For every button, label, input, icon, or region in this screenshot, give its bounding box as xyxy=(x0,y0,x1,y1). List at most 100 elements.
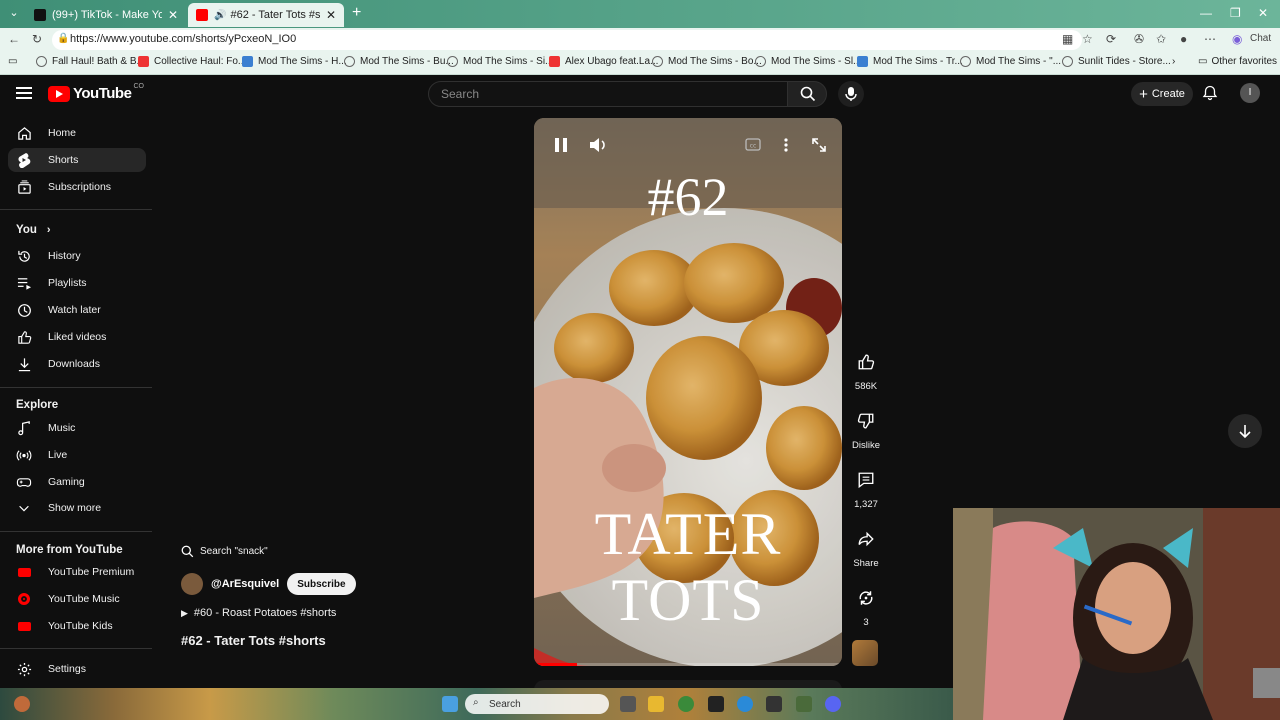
file-explorer-icon[interactable] xyxy=(648,696,664,712)
minimize-icon[interactable]: — xyxy=(1200,6,1212,20)
sidebar-item-home[interactable]: Home xyxy=(8,121,146,145)
sidebar-item-liked-videos[interactable]: Liked videos xyxy=(8,325,146,349)
app-icon[interactable] xyxy=(766,696,782,712)
weather-icon[interactable] xyxy=(14,696,30,712)
sidebar-item-playlists[interactable]: Playlists xyxy=(8,271,146,295)
bookmark-item[interactable]: Mod The Sims - Sl... xyxy=(755,56,861,67)
channel-avatar[interactable] xyxy=(181,573,203,595)
bookmarks-overflow-icon[interactable]: › xyxy=(1172,56,1175,67)
dislike-button[interactable]: Dislike xyxy=(848,407,884,451)
tab-actions-icon[interactable]: ⌄ xyxy=(6,6,22,22)
create-label: Create xyxy=(1151,88,1185,100)
sidebar-item-live[interactable]: Live xyxy=(8,443,146,467)
taskbar-search[interactable]: ⌕ Search xyxy=(465,694,609,714)
voice-search-button[interactable] xyxy=(838,81,864,107)
sidebar-item-shorts[interactable]: Shorts xyxy=(8,148,146,172)
task-view-icon[interactable] xyxy=(620,696,636,712)
bookmark-item[interactable]: Collective Haul: Fo... xyxy=(138,56,246,67)
comments-button[interactable]: 1,327 xyxy=(848,466,884,510)
url-field[interactable]: 🔒 https://www.youtube.com/shorts/yPcxeoN… xyxy=(52,30,1082,50)
bookmark-item[interactable]: Mod The Sims - Bo... xyxy=(652,56,762,67)
search-suggestion-chip[interactable]: Search "snack" xyxy=(181,540,268,562)
more-options-button[interactable] xyxy=(778,132,794,158)
volume-button[interactable] xyxy=(585,132,611,158)
bookmark-item[interactable]: Sunlit Tides - Store... xyxy=(1062,56,1171,67)
notifications-bell-icon[interactable] xyxy=(1202,85,1218,101)
search-button[interactable] xyxy=(787,81,827,107)
favorites-icon[interactable]: ✩ xyxy=(1156,32,1166,46)
captions-button[interactable]: cc xyxy=(740,135,768,155)
sound-thumbnail[interactable] xyxy=(852,640,878,666)
copilot-icon[interactable]: ◉ xyxy=(1232,32,1242,46)
speaker-icon[interactable]: 🔊 xyxy=(214,10,226,21)
share-button[interactable]: Share xyxy=(848,525,884,569)
sidebar-item-youtube-premium[interactable]: YouTube Premium xyxy=(8,560,146,584)
account-avatar[interactable]: I xyxy=(1240,83,1260,103)
sidebar-item-downloads[interactable]: Downloads xyxy=(8,352,146,376)
profile-icon[interactable]: ● xyxy=(1180,32,1187,46)
chat-label[interactable]: Chat xyxy=(1250,33,1271,44)
bookmark-item[interactable]: Mod The Sims - H... xyxy=(242,56,347,67)
bookmark-item[interactable]: Mod The Sims - Si... xyxy=(447,56,553,67)
chevron-right-icon: › xyxy=(46,224,51,236)
bookmark-item[interactable]: Mod The Sims - Tr... xyxy=(857,56,963,67)
sidebar-item-subscriptions[interactable]: Subscriptions xyxy=(8,175,146,199)
reload-icon[interactable]: ↻ xyxy=(32,32,42,46)
favorite-star-icon[interactable]: ☆ xyxy=(1082,32,1093,46)
share-label: Share xyxy=(853,558,879,569)
edge-icon[interactable] xyxy=(737,696,753,712)
next-short-button[interactable] xyxy=(1228,414,1262,448)
menu-icon[interactable] xyxy=(16,87,32,99)
tab-youtube-short[interactable]: 🔊 #62 - Tater Tots #shorts - You ✕ xyxy=(188,3,344,27)
sidebar-item-history[interactable]: History xyxy=(8,244,146,268)
discord-icon[interactable] xyxy=(825,696,841,712)
sidebar-item-youtube-music[interactable]: YouTube Music xyxy=(8,587,146,611)
browser-essentials-icon[interactable]: ✇ xyxy=(1134,32,1144,46)
sidebar-item-youtube-kids[interactable]: YouTube Kids xyxy=(8,614,146,638)
create-button[interactable]: + Create xyxy=(1131,82,1193,106)
channel-name[interactable]: @ArEsquivel xyxy=(211,578,279,590)
subscribe-button[interactable]: Subscribe xyxy=(287,573,356,595)
like-button[interactable]: 586K xyxy=(848,348,884,392)
close-tab-icon[interactable]: ✕ xyxy=(168,8,178,22)
tab-tiktok[interactable]: (99+) TikTok - Make Your Day ✕ xyxy=(26,3,186,27)
extensions-icon[interactable]: ⟳ xyxy=(1106,32,1116,46)
sidebar-item-watch-later[interactable]: Watch later xyxy=(8,298,146,322)
svg-text:cc: cc xyxy=(750,143,757,150)
pause-button[interactable] xyxy=(548,132,574,158)
back-icon[interactable]: ← xyxy=(8,32,20,46)
app-icon[interactable] xyxy=(708,696,724,712)
app-icon[interactable] xyxy=(796,696,812,712)
fullscreen-button[interactable] xyxy=(806,132,832,158)
search-input[interactable]: Search xyxy=(428,81,788,107)
youtube-logo[interactable]: YouTube CO xyxy=(48,83,144,102)
sidebar-item-music[interactable]: Music xyxy=(8,416,146,440)
bookmark-item[interactable]: Fall Haul! Bath & B... xyxy=(36,56,145,67)
sidebar-item-show-more[interactable]: Show more xyxy=(8,496,146,520)
sidebar-item-settings[interactable]: Settings xyxy=(8,657,146,681)
address-bar: ← ↻ 🔒 https://www.youtube.com/shorts/yPc… xyxy=(0,28,1280,52)
new-tab-button[interactable]: + xyxy=(352,4,361,22)
maximize-icon[interactable]: ❐ xyxy=(1230,6,1241,20)
windows-start-icon[interactable] xyxy=(442,696,458,712)
gear-icon xyxy=(16,661,32,677)
bookmark-item[interactable]: Mod The Sims - "... xyxy=(960,56,1061,67)
close-tab-icon[interactable]: ✕ xyxy=(326,8,336,22)
you-heading[interactable]: You › xyxy=(16,224,51,236)
more-menu-icon[interactable]: ⋯ xyxy=(1204,32,1216,46)
remix-button[interactable]: 3 xyxy=(848,584,884,628)
window-close-icon[interactable]: ✕ xyxy=(1258,6,1268,20)
sidebar-item-gaming[interactable]: Gaming xyxy=(8,470,146,494)
captions-icon: cc xyxy=(745,138,761,151)
other-favorites[interactable]: ▭ Other favorites xyxy=(1198,56,1277,67)
shorts-video-player[interactable]: #62 TATER TOTS cc xyxy=(534,118,842,666)
chrome-icon[interactable] xyxy=(678,696,694,712)
reading-list-icon[interactable]: ▭ xyxy=(8,56,17,67)
bookmark-item[interactable]: Alex Ubago feat.La... xyxy=(549,56,658,67)
expand-icon xyxy=(812,138,826,152)
history-icon xyxy=(16,248,32,264)
progress-track[interactable] xyxy=(534,663,842,666)
apps-icon[interactable]: ▦ xyxy=(1062,32,1073,46)
bookmark-item[interactable]: Mod The Sims - Bu... xyxy=(344,56,454,67)
playlist-link[interactable]: ▶ #60 - Roast Potatoes #shorts xyxy=(181,607,336,619)
